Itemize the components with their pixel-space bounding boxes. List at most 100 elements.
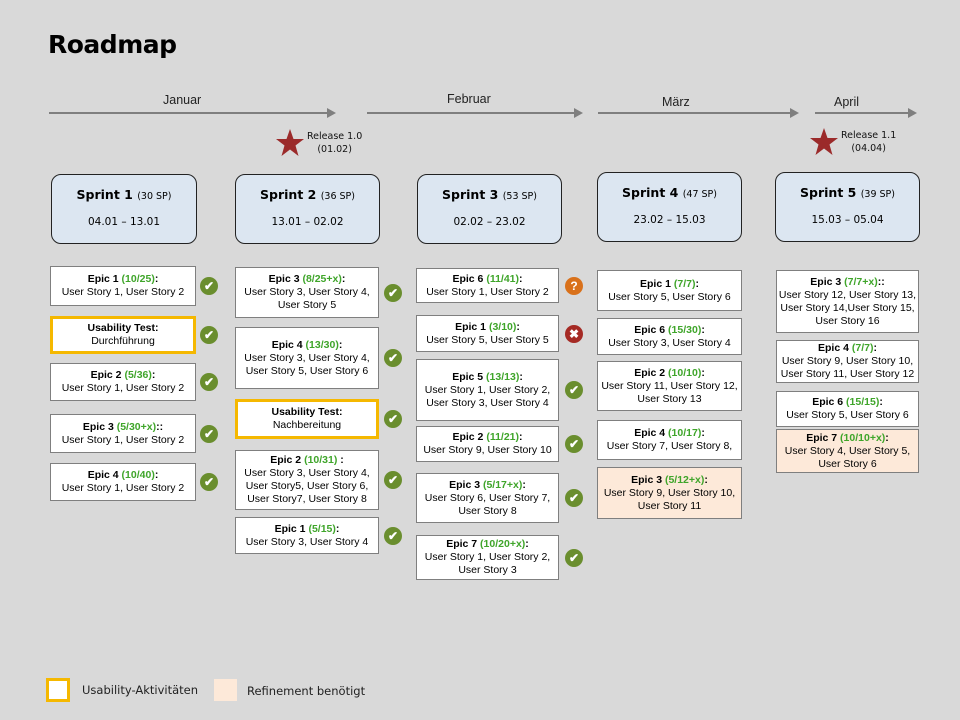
epic-progress: (5/36) — [121, 369, 152, 381]
epic-card[interactable]: Epic 3 (5/12+x): User Story 9, User Story… — [597, 467, 742, 519]
epic-progress: (15/15) — [843, 396, 880, 408]
epic-suffix: :: — [877, 275, 885, 288]
epic-title: Epic 3 (5/30+x):: — [52, 421, 194, 434]
check-icon: ✔ — [200, 424, 218, 443]
epic-card[interactable]: Epic 1 (5/15): User Story 3, User Story 4 — [235, 517, 379, 554]
usability-activity-card[interactable]: Usability Test: Nachbereitung — [235, 399, 379, 439]
sprint-card-2[interactable]: Sprint 2 (36 SP) 13.01 – 02.02 — [235, 174, 380, 244]
epic-card[interactable]: Epic 6 (15/15): User Story 5, User Story … — [776, 391, 919, 427]
epic-title: Epic 2 (11/21): — [418, 431, 557, 444]
epic-suffix: : — [701, 323, 705, 336]
epic-suffix: : — [522, 478, 526, 491]
epic-progress: (10/31) — [301, 454, 338, 466]
epic-card[interactable]: Epic 2 (10/31) : User Story 3, User Story… — [235, 450, 379, 510]
epic-card[interactable]: Epic 2 (10/10): User Story 11, User Story… — [597, 361, 742, 411]
epic-name: Epic 1 — [87, 273, 119, 285]
sprint-title: Sprint 1 — [76, 187, 133, 202]
sprint-dates: 02.02 – 23.02 — [453, 216, 526, 228]
sprint-story-points: (36 SP) — [320, 191, 355, 202]
epic-user-stories: User Story 6, User Story 7, User Story 8 — [424, 491, 551, 517]
release-name: Release 1.0 — [307, 131, 363, 142]
epic-card[interactable]: Epic 2 (5/36): User Story 1, User Story 2 — [50, 363, 196, 401]
epic-card[interactable]: Epic 3 (5/17+x): User Story 6, User Story… — [416, 473, 559, 523]
epic-name: Epic 3 — [631, 473, 663, 486]
epic-card[interactable]: Epic 3 (5/30+x):: User Story 1, User Stor… — [50, 414, 196, 453]
epic-suffix: : — [873, 342, 877, 354]
epic-progress: (10/20+x) — [477, 538, 526, 550]
epic-name: Epic 4 — [818, 342, 849, 354]
epic-user-stories: User Story 1, User Story 2, User Story 3… — [424, 383, 551, 409]
epic-card[interactable]: Epic 4 (10/40): User Story 1, User Story … — [50, 463, 196, 501]
epic-card[interactable]: Epic 6 (15/30): User Story 3, User Story … — [597, 318, 742, 355]
epic-name: Epic 6 — [634, 323, 666, 336]
epic-suffix: : — [154, 469, 159, 481]
epic-suffix: : — [519, 370, 523, 383]
epic-card[interactable]: Epic 5 (13/13): User Story 1, User Story … — [416, 359, 559, 421]
sprint-card-4[interactable]: Sprint 4 (47 SP) 23.02 – 15.03 — [597, 172, 742, 242]
check-icon: ✔ — [384, 283, 402, 302]
epic-name: Epic 4 — [271, 338, 303, 351]
epic-suffix: : — [338, 338, 343, 351]
epic-card[interactable]: Epic 4 (10/17): User Story 7, User Story … — [597, 420, 742, 460]
epic-progress: (13/30) — [302, 338, 339, 351]
sprint-title: Sprint 2 — [260, 187, 317, 202]
epic-user-stories: User Story 9, User Story 10 — [423, 444, 552, 456]
epic-title: Epic 5 (13/13): — [418, 371, 557, 384]
usability-activity-card[interactable]: Usability Test: Durchführung — [50, 316, 196, 354]
sprint-dates: 23.02 – 15.03 — [633, 214, 706, 226]
epic-suffix: : — [154, 273, 159, 285]
epic-title: Epic 7 (10/20+x): — [418, 538, 557, 551]
star-icon — [810, 128, 838, 155]
sprint-card-3[interactable]: Sprint 3 (53 SP) 02.02 – 23.02 — [417, 174, 562, 244]
epic-card[interactable]: Epic 1 (7/7): User Story 5, User Story 6 — [597, 270, 742, 311]
sprint-name: Sprint 2 (36 SP) — [236, 187, 379, 202]
sprint-card-1[interactable]: Sprint 1 (30 SP) 04.01 – 13.01 — [51, 174, 197, 244]
epic-progress: (10/10) — [665, 366, 702, 379]
epic-card[interactable]: Epic 7 (10/10+x): User Story 4, User Stor… — [776, 429, 919, 473]
epic-user-stories: Nachbereitung — [272, 419, 342, 431]
epic-user-stories: User Story 1, User Story 2 — [61, 382, 185, 394]
epic-user-stories: User Story 3, User Story 4, User Story 5… — [244, 351, 370, 377]
epic-card[interactable]: Epic 3 (7/7+x):: User Story 12, User Stor… — [776, 270, 919, 333]
epic-title: Epic 1 (5/15): — [237, 523, 377, 536]
epic-title: Epic 7 (10/10+x): — [778, 432, 917, 445]
epic-user-stories: User Story 9, User Story 10, User Story … — [603, 486, 736, 512]
epic-progress: (11/21) — [483, 431, 520, 443]
release-date: (04.04) — [851, 143, 886, 154]
epic-title: Epic 4 (10/40): — [52, 469, 194, 482]
epic-name: Epic 2 — [634, 366, 666, 379]
month-label-april: April — [834, 95, 860, 109]
sprint-card-5[interactable]: Sprint 5 (39 SP) 15.03 – 05.04 — [775, 172, 920, 242]
epic-suffix: : — [701, 366, 705, 379]
epic-suffix: : — [525, 538, 529, 550]
epic-name: Epic 2 — [270, 454, 302, 466]
epic-title: Epic 3 (8/25+x): — [237, 273, 377, 286]
epic-card[interactable]: Epic 6 (11/41): User Story 1, User Story … — [416, 268, 559, 303]
epic-card[interactable]: Epic 4 (7/7): User Story 9, User Story 10… — [776, 340, 919, 383]
epic-user-stories: User Story 12, User Story 13, User Story… — [778, 288, 917, 327]
epic-progress: (10/17) — [665, 427, 702, 439]
epic-user-stories: User Story 3, User Story 4, User Story 5 — [244, 286, 370, 311]
epic-card[interactable]: Epic 7 (10/20+x): User Story 1, User Stor… — [416, 535, 559, 580]
timeline-arrow-february — [367, 108, 583, 118]
check-icon: ✔ — [565, 381, 583, 399]
epic-card[interactable]: Epic 1 (3/10): User Story 5, User Story 5 — [416, 315, 559, 352]
epic-title: Epic 3 (7/7+x):: — [778, 276, 917, 289]
epic-user-stories: User Story 9, User Story 10, User Story … — [780, 355, 915, 380]
epic-user-stories: User Story 1, User Story 2 — [426, 285, 549, 298]
sprint-story-points: (53 SP) — [502, 191, 537, 202]
legend-usability-label: Usability-Aktivitäten — [82, 683, 199, 697]
sprint-name: Sprint 1 (30 SP) — [52, 187, 196, 202]
epic-title: Epic 2 (5/36): — [52, 369, 194, 382]
epic-card[interactable]: Epic 2 (11/21): User Story 9, User Story … — [416, 426, 559, 462]
epic-user-stories: User Story 4, User Story 5, User Story 6 — [784, 444, 911, 470]
epic-card[interactable]: Epic 1 (10/25): User Story 1, User Story … — [50, 266, 196, 306]
legend-usability-swatch — [46, 678, 70, 702]
epic-card[interactable]: Epic 4 (13/30): User Story 3, User Story … — [235, 327, 379, 389]
epic-title: Epic 4 (10/17): — [599, 427, 740, 440]
month-label-march: März — [662, 95, 690, 109]
question-icon: ? — [565, 276, 583, 295]
epic-card[interactable]: Epic 3 (8/25+x): User Story 3, User Story… — [235, 267, 379, 318]
epic-name: Epic 2 — [90, 369, 122, 381]
release-marker-1-1: Release 1.1 (04.04) — [809, 127, 896, 157]
